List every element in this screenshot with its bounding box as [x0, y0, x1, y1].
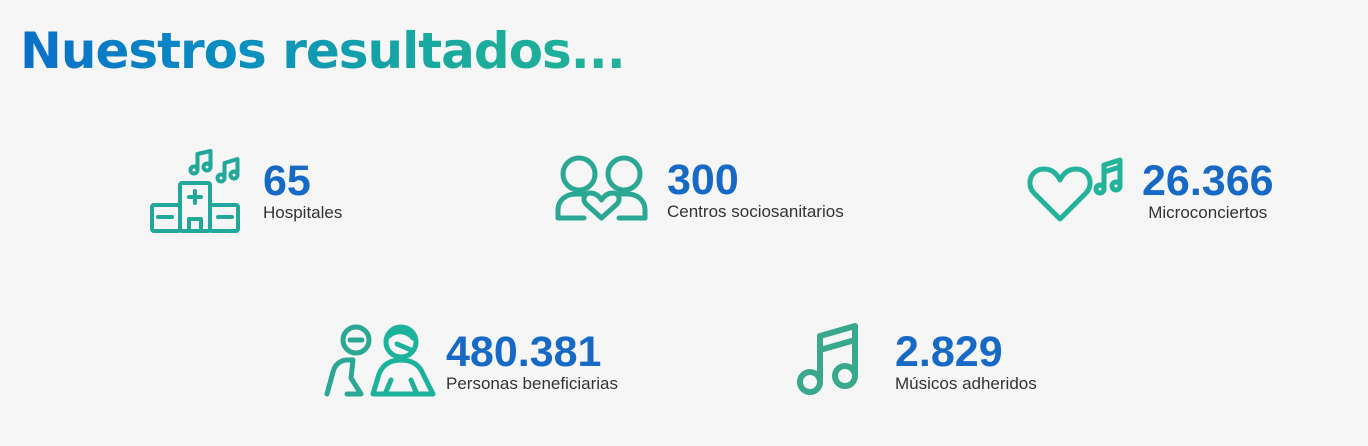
- persons-icon: [323, 322, 438, 397]
- stat-label: Centros sociosanitarios: [667, 202, 844, 221]
- stat-value: 65: [263, 157, 311, 205]
- stat-value: 480.381: [446, 328, 602, 376]
- people-heart-icon: [554, 152, 649, 224]
- stat-value: 2.829: [895, 328, 1003, 376]
- hospital-music-icon: [148, 145, 243, 235]
- stat-label: Personas beneficiarias: [446, 374, 618, 393]
- stat-value: 300: [667, 156, 739, 204]
- stat-label: Músicos adheridos: [895, 374, 1037, 393]
- stat-value: 26.366: [1142, 157, 1274, 205]
- heart-music-icon: [1026, 155, 1126, 225]
- music-note-icon: [795, 320, 865, 402]
- stat-label: Hospitales: [263, 203, 343, 222]
- page-title: Nuestros resultados...: [20, 22, 626, 80]
- stat-label: Microconciertos: [1148, 203, 1268, 222]
